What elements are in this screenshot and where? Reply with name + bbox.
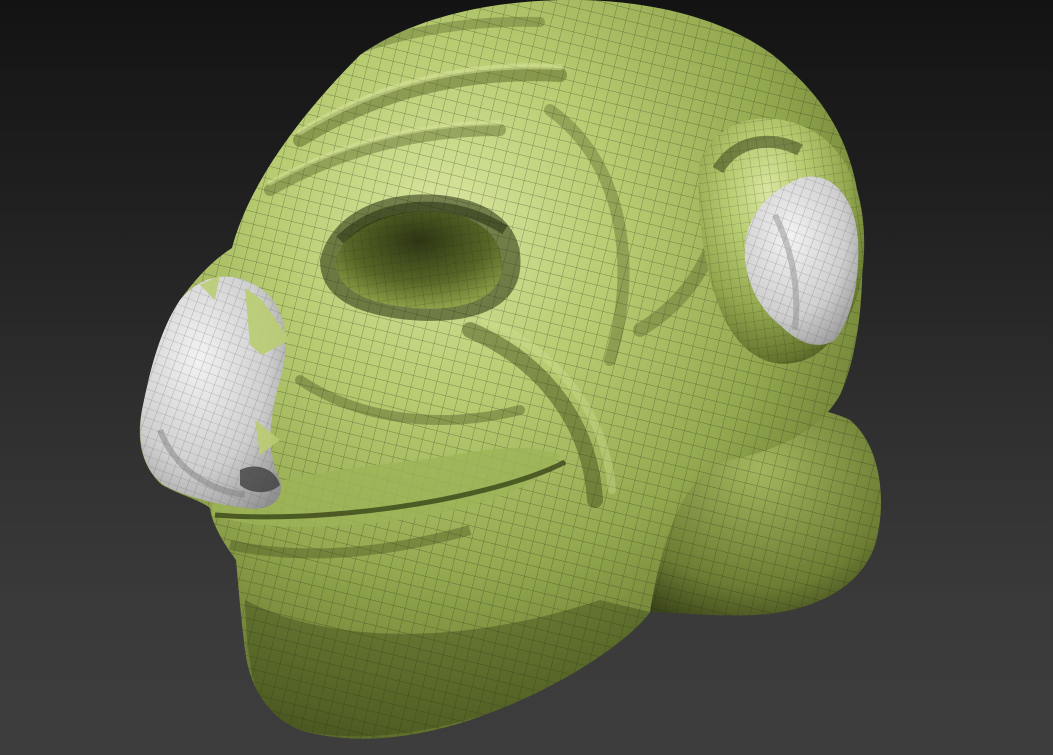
sculpted-head-render[interactable] xyxy=(0,0,1053,755)
sculpt-viewport[interactable] xyxy=(0,0,1053,755)
nose[interactable] xyxy=(140,275,290,509)
